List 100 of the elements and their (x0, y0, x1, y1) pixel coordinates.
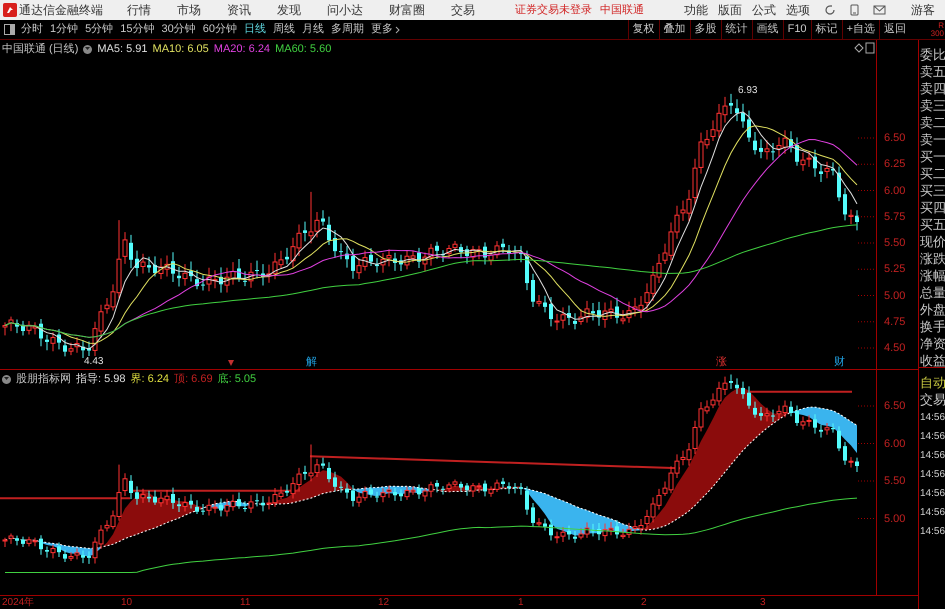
refresh-icon[interactable] (824, 4, 836, 16)
chart-title: 中国联通 (日线) (2, 42, 78, 57)
axis-label: 11 (240, 596, 250, 609)
period-tab[interactable]: 更多 (371, 21, 400, 38)
stock-name: 中国联通 (600, 2, 644, 18)
period-tab[interactable]: 1分钟 (50, 21, 78, 38)
menu-item[interactable]: 发现 (277, 1, 301, 19)
period-tab[interactable]: 月线 (302, 21, 324, 38)
trade-time: 14:56 (920, 506, 945, 520)
trade-time: 14:56 (920, 411, 945, 425)
app-title: 通达信金融终端 (19, 2, 104, 19)
menu-item[interactable]: 市场 (177, 1, 201, 19)
indicator-value: MA5: 5.91 (97, 42, 148, 57)
quote-label: 卖二 (920, 114, 945, 131)
event-mark: 涨 (716, 356, 727, 368)
axis-label: 5.75 (884, 210, 906, 223)
axis-label: 5.50 (884, 475, 906, 487)
quote-label: 买三 (920, 182, 945, 199)
toolbar-button[interactable]: 复权 (628, 20, 659, 39)
quote-label: 买一 (920, 148, 945, 165)
menu-item[interactable]: 选项 (786, 1, 810, 19)
user-name[interactable]: 游客 (911, 1, 935, 19)
quote-label: 涨幅 (920, 267, 945, 284)
quote-label: 净资 (920, 335, 945, 352)
period-tab[interactable]: 30分钟 (162, 21, 196, 38)
panel-toggle-icon[interactable] (4, 24, 15, 35)
axis-label: 6.50 (884, 400, 906, 412)
toolbar-button[interactable]: 画线 (752, 20, 783, 39)
menu-item[interactable]: 功能 (684, 1, 708, 19)
period-tab[interactable]: 15分钟 (120, 21, 154, 38)
axis-label: 1 (518, 596, 524, 609)
period-tab[interactable]: 多周期 (331, 21, 364, 38)
quote-label: 卖一 (920, 131, 945, 148)
dropdown-icon[interactable] (2, 374, 11, 384)
period-tab[interactable]: 日线 (244, 21, 266, 38)
axis-label: 6.25 (884, 158, 906, 170)
chevron-icon (395, 26, 400, 34)
indicator-value: 底: 5.05 (218, 372, 256, 387)
event-mark: 财 (834, 356, 845, 368)
quote-label: 卖四 (920, 80, 945, 97)
indicator-name: 股朋指标网 (16, 372, 71, 387)
toolbar-button[interactable]: 统计 (720, 20, 752, 39)
logo-icon (3, 3, 17, 17)
menu-item[interactable]: 财富圈 (389, 1, 425, 19)
window-icon[interactable] (866, 42, 874, 54)
period-label: R 300 (930, 22, 945, 38)
toolbar-button[interactable]: +自选 (842, 20, 879, 39)
menu-item[interactable]: 行情 (127, 1, 151, 19)
dropdown-icon[interactable] (83, 44, 92, 54)
quote-label: 委比 (920, 46, 945, 63)
section-label: 交易 (920, 391, 945, 408)
indicator-value: 指导: 5.98 (76, 372, 126, 387)
axis-label: 4.50 (884, 342, 906, 354)
menu-item[interactable]: 公式 (752, 1, 776, 19)
axis-label: 5.50 (884, 237, 906, 249)
period-tab[interactable]: 60分钟 (202, 21, 237, 38)
quote-label: 卖三 (920, 97, 945, 114)
axis-label: 2024年 (2, 596, 34, 609)
axis-label: 5.00 (884, 290, 906, 302)
trade-time: 14:56 (920, 449, 945, 463)
indicator-value: MA60: 5.60 (275, 42, 332, 57)
axis-label: 5.00 (884, 512, 906, 524)
event-marker-icon (228, 360, 234, 366)
period-tab[interactable]: 分时 (21, 21, 43, 38)
quote-label: 买二 (920, 165, 945, 182)
axis-label: 6.00 (884, 184, 906, 196)
toolbar-button[interactable]: 标记 (810, 20, 842, 39)
trade-time: 14:56 (920, 487, 945, 501)
axis-label: 6.50 (884, 132, 906, 144)
axis-label: 2 (641, 596, 647, 609)
menu-item[interactable]: 版面 (718, 1, 742, 19)
axis-label: 6.00 (884, 438, 906, 450)
axis-label: 10 (121, 596, 132, 609)
menu-item[interactable]: 问小达 (327, 1, 363, 19)
toolbar-button[interactable]: F10 (782, 20, 811, 39)
trade-time: 14:56 (920, 430, 945, 444)
axis-label: 4.75 (884, 316, 906, 328)
axis-label: 5.25 (884, 263, 906, 276)
period-tab[interactable]: 5分钟 (85, 21, 114, 38)
toolbar-button[interactable]: 返回 (879, 20, 910, 39)
mode-tab[interactable]: 自动 (920, 374, 945, 391)
indicator-value: 顶: 6.69 (174, 372, 213, 387)
event-mark: 解 (306, 356, 317, 368)
menu-item[interactable]: 资讯 (227, 1, 251, 19)
phone-icon[interactable] (850, 4, 859, 16)
mail-icon[interactable] (873, 5, 886, 15)
trade-time: 14:56 (920, 525, 945, 539)
trade-time: 14:56 (920, 468, 945, 482)
indicator-value: MA10: 6.05 (152, 42, 209, 57)
toolbar-button[interactable]: 多股 (690, 20, 721, 39)
quote-label: 买四 (920, 199, 945, 216)
menu-item[interactable]: 交易 (451, 1, 475, 19)
login-status[interactable]: 证券交易未登录 (515, 2, 592, 18)
toolbar-button[interactable]: 叠加 (658, 20, 690, 39)
indicator-value: MA20: 6.24 (214, 42, 270, 57)
diamond-icon[interactable] (854, 43, 864, 53)
indicator-value: 界: 6.24 (130, 372, 170, 387)
period-tab[interactable]: 周线 (273, 21, 295, 38)
axis-label: 12 (378, 596, 390, 609)
axis-label: 3 (760, 596, 766, 609)
